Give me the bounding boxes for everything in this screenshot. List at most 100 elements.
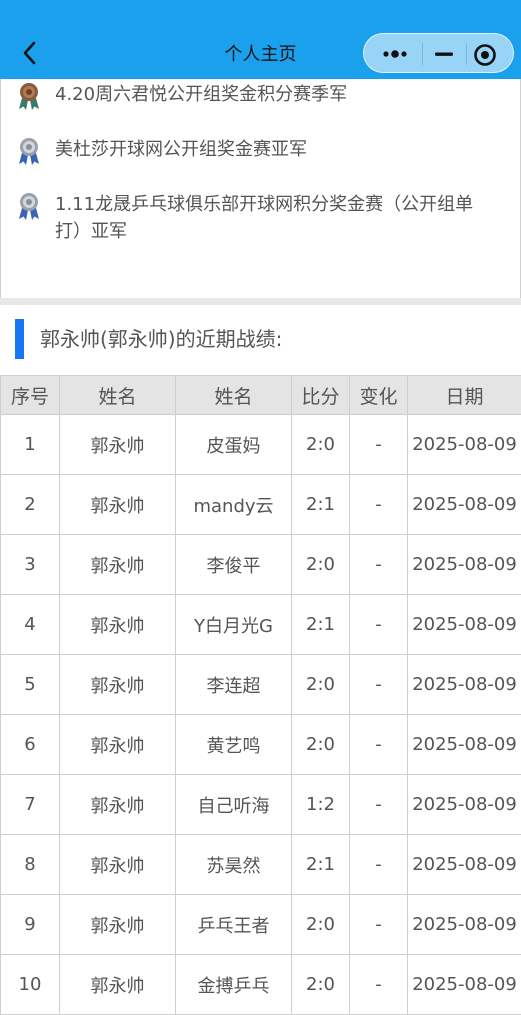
cell-score: 2:1 bbox=[292, 595, 350, 655]
col-header-score: 比分 bbox=[292, 376, 350, 415]
cell-player: 郭永帅 bbox=[60, 415, 176, 475]
award-text: 美杜莎开球网公开组奖金赛亚军 bbox=[55, 136, 495, 163]
cell-player: 郭永帅 bbox=[60, 715, 176, 775]
cell-date: 2025-08-09 bbox=[408, 415, 521, 475]
col-header-opponent: 姓名 bbox=[176, 376, 292, 415]
cell-index: 10 bbox=[1, 955, 60, 1015]
cell-date: 2025-08-09 bbox=[408, 715, 521, 775]
cell-player: 郭永帅 bbox=[60, 895, 176, 955]
cell-index: 1 bbox=[1, 415, 60, 475]
cell-opponent: 自己听海 bbox=[176, 775, 292, 835]
table-row[interactable]: 2 郭永帅 mandy云 2:1 - 2025-08-09 bbox=[1, 475, 521, 535]
col-header-player: 姓名 bbox=[60, 376, 176, 415]
col-header-change: 变化 bbox=[350, 376, 408, 415]
section-divider bbox=[0, 298, 521, 305]
cell-player: 郭永帅 bbox=[60, 475, 176, 535]
section-accent-bar bbox=[15, 319, 24, 359]
cell-score: 2:0 bbox=[292, 715, 350, 775]
minimize-icon[interactable] bbox=[429, 44, 459, 64]
cell-index: 2 bbox=[1, 475, 60, 535]
cell-player: 郭永帅 bbox=[60, 955, 176, 1015]
table-row[interactable]: 6 郭永帅 黄艺鸣 2:0 - 2025-08-09 bbox=[1, 715, 521, 775]
cell-score: 2:0 bbox=[292, 415, 350, 475]
mini-program-capsule bbox=[363, 33, 514, 73]
cell-change: - bbox=[350, 415, 408, 475]
cell-player: 郭永帅 bbox=[60, 595, 176, 655]
cell-change: - bbox=[350, 835, 408, 895]
table-row[interactable]: 10 郭永帅 金搏乒乓 2:0 - 2025-08-09 bbox=[1, 955, 521, 1015]
cell-score: 2:1 bbox=[292, 835, 350, 895]
recent-records-header: 郭永帅(郭永帅)的近期战绩: bbox=[0, 305, 521, 375]
cell-opponent: 皮蛋妈 bbox=[176, 415, 292, 475]
cell-player: 郭永帅 bbox=[60, 835, 176, 895]
cell-opponent: 黄艺鸣 bbox=[176, 715, 292, 775]
cell-date: 2025-08-09 bbox=[408, 595, 521, 655]
cell-score: 2:0 bbox=[292, 535, 350, 595]
bronze-medal-icon bbox=[15, 81, 43, 111]
cell-index: 9 bbox=[1, 895, 60, 955]
cell-index: 8 bbox=[1, 835, 60, 895]
table-row[interactable]: 4 郭永帅 Y白月光G 2:1 - 2025-08-09 bbox=[1, 595, 521, 655]
table-row[interactable]: 1 郭永帅 皮蛋妈 2:0 - 2025-08-09 bbox=[1, 415, 521, 475]
cell-change: - bbox=[350, 775, 408, 835]
cell-score: 2:0 bbox=[292, 895, 350, 955]
cell-change: - bbox=[350, 655, 408, 715]
cell-player: 郭永帅 bbox=[60, 535, 176, 595]
cell-index: 4 bbox=[1, 595, 60, 655]
col-header-index: 序号 bbox=[1, 376, 60, 415]
cell-date: 2025-08-09 bbox=[408, 955, 521, 1015]
cell-date: 2025-08-09 bbox=[408, 835, 521, 895]
table-header-row: 序号 姓名 姓名 比分 变化 日期 bbox=[1, 376, 521, 415]
cell-score: 1:2 bbox=[292, 775, 350, 835]
table-row[interactable]: 7 郭永帅 自己听海 1:2 - 2025-08-09 bbox=[1, 775, 521, 835]
cell-index: 6 bbox=[1, 715, 60, 775]
award-text: 4.20周六君悦公开组奖金积分赛季军 bbox=[55, 81, 495, 108]
cell-opponent: 李连超 bbox=[176, 655, 292, 715]
table-row[interactable]: 9 郭永帅 乒乓王者 2:0 - 2025-08-09 bbox=[1, 895, 521, 955]
section-title: 郭永帅(郭永帅)的近期战绩: bbox=[40, 323, 282, 352]
cell-change: - bbox=[350, 535, 408, 595]
cell-score: 2:0 bbox=[292, 955, 350, 1015]
cell-index: 7 bbox=[1, 775, 60, 835]
cell-date: 2025-08-09 bbox=[408, 655, 521, 715]
award-item: 4.20周六君悦公开组奖金积分赛季军 bbox=[15, 81, 495, 111]
cell-change: - bbox=[350, 595, 408, 655]
cell-opponent: 金搏乒乓 bbox=[176, 955, 292, 1015]
table-row[interactable]: 3 郭永帅 李俊平 2:0 - 2025-08-09 bbox=[1, 535, 521, 595]
table-row[interactable]: 5 郭永帅 李连超 2:0 - 2025-08-09 bbox=[1, 655, 521, 715]
cell-date: 2025-08-09 bbox=[408, 895, 521, 955]
cell-date: 2025-08-09 bbox=[408, 475, 521, 535]
cell-player: 郭永帅 bbox=[60, 655, 176, 715]
cell-change: - bbox=[350, 715, 408, 775]
record-circle-icon[interactable] bbox=[472, 42, 498, 68]
capsule-divider bbox=[466, 43, 467, 65]
cell-opponent: 乒乓王者 bbox=[176, 895, 292, 955]
col-header-date: 日期 bbox=[408, 376, 521, 415]
cell-opponent: 李俊平 bbox=[176, 535, 292, 595]
table-body: 1 郭永帅 皮蛋妈 2:0 - 2025-08-09 2 郭永帅 mandy云 … bbox=[1, 415, 521, 1015]
more-dots-icon[interactable] bbox=[378, 44, 412, 64]
cell-date: 2025-08-09 bbox=[408, 775, 521, 835]
table-row[interactable]: 8 郭永帅 苏昊然 2:1 - 2025-08-09 bbox=[1, 835, 521, 895]
cell-opponent: 苏昊然 bbox=[176, 835, 292, 895]
cell-score: 2:0 bbox=[292, 655, 350, 715]
navbar: 个人主页 bbox=[0, 0, 521, 79]
silver-medal-icon bbox=[15, 136, 43, 166]
awards-list: 4.20周六君悦公开组奖金积分赛季军 美杜莎开球网公开组奖金赛亚军 1.11龙晟… bbox=[0, 79, 521, 298]
cell-change: - bbox=[350, 955, 408, 1015]
cell-player: 郭永帅 bbox=[60, 775, 176, 835]
cell-opponent: mandy云 bbox=[176, 475, 292, 535]
cell-index: 3 bbox=[1, 535, 60, 595]
award-item: 1.11龙晟乒乓球俱乐部开球网积分奖金赛（公开组单打）亚军 bbox=[15, 191, 495, 245]
chevron-left-icon[interactable] bbox=[16, 38, 44, 68]
award-item: 美杜莎开球网公开组奖金赛亚军 bbox=[15, 136, 495, 166]
cell-score: 2:1 bbox=[292, 475, 350, 535]
cell-change: - bbox=[350, 475, 408, 535]
cell-opponent: Y白月光G bbox=[176, 595, 292, 655]
silver-medal-icon bbox=[15, 191, 43, 221]
award-text: 1.11龙晟乒乓球俱乐部开球网积分奖金赛（公开组单打）亚军 bbox=[55, 191, 495, 245]
capsule-divider bbox=[422, 43, 423, 65]
cell-change: - bbox=[350, 895, 408, 955]
records-table: 序号 姓名 姓名 比分 变化 日期 1 郭永帅 皮蛋妈 2:0 - 2025-0… bbox=[0, 375, 521, 1015]
cell-date: 2025-08-09 bbox=[408, 535, 521, 595]
